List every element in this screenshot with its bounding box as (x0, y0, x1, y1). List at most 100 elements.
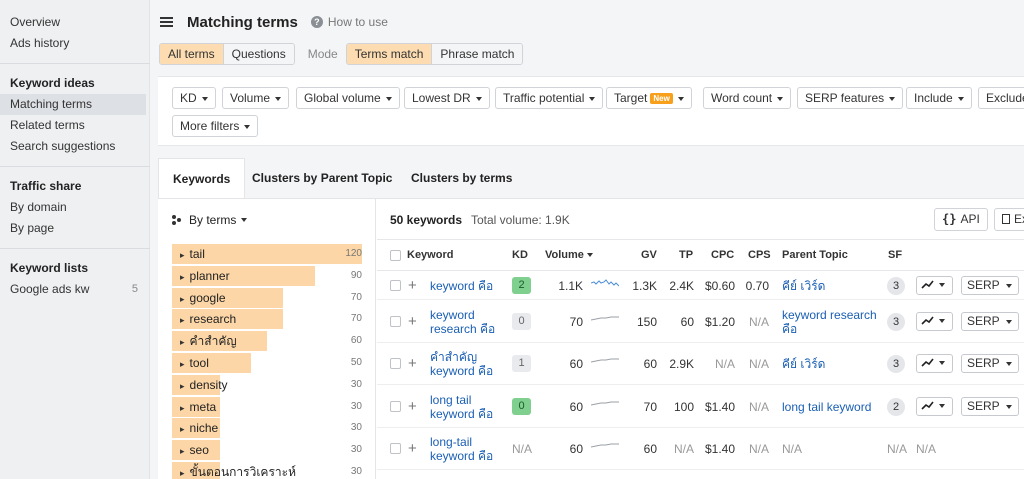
serp-dropdown[interactable]: SERP (961, 312, 1019, 331)
col-parent-topic[interactable]: Parent Topic (782, 240, 848, 270)
volume-value: 70 (569, 315, 583, 329)
by-terms-dropdown[interactable]: By terms (172, 213, 248, 227)
tab-keywords[interactable]: Keywords (158, 158, 246, 198)
add-to-list-icon[interactable]: + (408, 399, 417, 414)
caret-down-icon (201, 97, 208, 101)
term-label: คำสำคัญ (180, 331, 237, 352)
term-row[interactable]: meta 30 (172, 397, 362, 417)
tab-clusters-parent-topic[interactable]: Clusters by Parent Topic (238, 158, 406, 198)
term-row[interactable]: research 70 (172, 309, 362, 329)
row-checkbox[interactable] (390, 443, 401, 454)
term-row[interactable]: density 30 (172, 375, 362, 395)
term-row[interactable]: คำสำคัญ 60 (172, 331, 362, 351)
exclude-filter[interactable]: Exclude (978, 87, 1024, 109)
volume-filter[interactable]: Volume (222, 87, 290, 109)
add-to-list-icon[interactable]: + (408, 356, 417, 371)
col-gv[interactable]: GV (641, 240, 657, 270)
kd-badge: 0 (512, 398, 531, 415)
sidebar-item-overview[interactable]: Overview (0, 12, 146, 33)
term-count: 70 (350, 292, 362, 303)
keyword-link[interactable]: keyword คือ (430, 279, 498, 293)
keyword-link[interactable]: long tail keyword คือ (430, 393, 498, 421)
target-filter[interactable]: Target New (606, 87, 692, 109)
add-to-list-icon[interactable]: + (408, 278, 417, 293)
row-checkbox[interactable] (390, 401, 401, 412)
all-terms-button[interactable]: All terms (160, 44, 223, 64)
api-button[interactable]: {} API (934, 208, 988, 231)
col-cps[interactable]: CPS (748, 240, 771, 270)
keyword-link[interactable]: คำสำคัญ keyword คือ (430, 350, 498, 378)
more-filters-button[interactable]: More filters (172, 115, 259, 137)
word-count-filter[interactable]: Word count (703, 87, 792, 109)
serp-dropdown[interactable]: SERP (961, 276, 1019, 295)
cpc-value: N/A (714, 357, 735, 371)
sidebar-item-google-ads-kw[interactable]: Google ads kw 5 (0, 279, 146, 300)
add-to-list-icon[interactable]: + (408, 441, 417, 456)
add-to-list-icon[interactable]: + (408, 314, 417, 329)
caret-down-icon (589, 97, 596, 101)
parent-topic-link[interactable]: long tail keyword (782, 400, 877, 414)
term-row[interactable]: planner 90 (172, 266, 362, 286)
term-count: 90 (350, 270, 362, 281)
sf-badge[interactable]: 3 (887, 355, 905, 373)
trend-dropdown[interactable] (916, 276, 953, 295)
sf-badge[interactable]: 3 (887, 277, 905, 295)
col-sf[interactable]: SF (888, 240, 902, 270)
col-kd[interactable]: KD (512, 240, 528, 270)
cpc-value: $1.40 (704, 400, 735, 414)
sidebar-item-by-domain[interactable]: By domain (0, 197, 146, 218)
serp-dropdown[interactable]: SERP (961, 354, 1019, 373)
total-volume: Total volume: 1.9K (471, 213, 570, 227)
col-cpc[interactable]: CPC (711, 240, 734, 270)
by-terms-label: By terms (189, 213, 237, 227)
menu-icon[interactable] (160, 16, 173, 28)
tab-clusters-terms[interactable]: Clusters by terms (397, 158, 526, 198)
gv-value: 150 (636, 315, 657, 329)
sidebar-item-matching-terms[interactable]: Matching terms (0, 94, 146, 115)
sidebar-item-by-page[interactable]: By page (0, 218, 146, 239)
export-button[interactable]: Export (994, 208, 1024, 231)
questions-button[interactable]: Questions (222, 44, 294, 64)
sidebar-item-ads-history[interactable]: Ads history (0, 33, 146, 54)
term-row[interactable]: tool 50 (172, 353, 362, 373)
sf-badge[interactable]: 2 (887, 398, 905, 416)
term-row[interactable]: seo 30 (172, 440, 362, 460)
row-checkbox[interactable] (390, 316, 401, 327)
col-keyword[interactable]: Keyword (407, 240, 453, 270)
sidebar-item-related-terms[interactable]: Related terms (0, 115, 146, 136)
keyword-count: 50 keywords (390, 213, 463, 227)
term-row[interactable]: ขั้นตอนการวิเคราะห์ 30 (172, 462, 362, 479)
lowest-dr-filter[interactable]: Lowest DR (404, 87, 490, 109)
row-checkbox[interactable] (390, 358, 401, 369)
trend-dropdown[interactable] (916, 354, 953, 373)
sf-badge[interactable]: 3 (887, 313, 905, 331)
parent-topic-link[interactable]: คีย์ เวิร์ด (782, 279, 877, 293)
term-row[interactable]: google 70 (172, 288, 362, 308)
select-all-checkbox[interactable] (390, 250, 401, 261)
kd-filter[interactable]: KD (172, 87, 216, 109)
mode-bar: All terms Questions Mode Terms match Phr… (159, 43, 524, 65)
term-count: 70 (350, 313, 362, 324)
serp-features-filter[interactable]: SERP features (797, 87, 904, 109)
row-checkbox[interactable] (390, 280, 401, 291)
trend-dropdown[interactable] (916, 312, 953, 331)
col-tp[interactable]: TP (679, 240, 693, 270)
terms-match-button[interactable]: Terms match (346, 44, 432, 64)
keyword-link[interactable]: long-tail keyword คือ (430, 435, 498, 463)
global-volume-filter[interactable]: Global volume (296, 87, 400, 109)
sidebar-item-search-suggestions[interactable]: Search suggestions (0, 136, 146, 157)
col-volume[interactable]: Volume (545, 240, 593, 270)
term-label: niche (180, 418, 219, 439)
parent-topic-link[interactable]: คีย์ เวิร์ด (782, 357, 877, 371)
how-to-use-link[interactable]: ? How to use (310, 15, 388, 29)
parent-topic-link[interactable]: keyword research คือ (782, 308, 877, 336)
volume-trend-sparkline (591, 316, 619, 321)
trend-dropdown[interactable] (916, 397, 953, 416)
term-row[interactable]: niche 30 (172, 418, 362, 438)
phrase-match-button[interactable]: Phrase match (431, 44, 523, 64)
include-filter[interactable]: Include (906, 87, 972, 109)
keyword-link[interactable]: keyword research คือ (430, 308, 498, 336)
traffic-potential-filter[interactable]: Traffic potential (495, 87, 604, 109)
serp-dropdown[interactable]: SERP (961, 397, 1019, 416)
term-row[interactable]: tail 120 (172, 244, 362, 264)
